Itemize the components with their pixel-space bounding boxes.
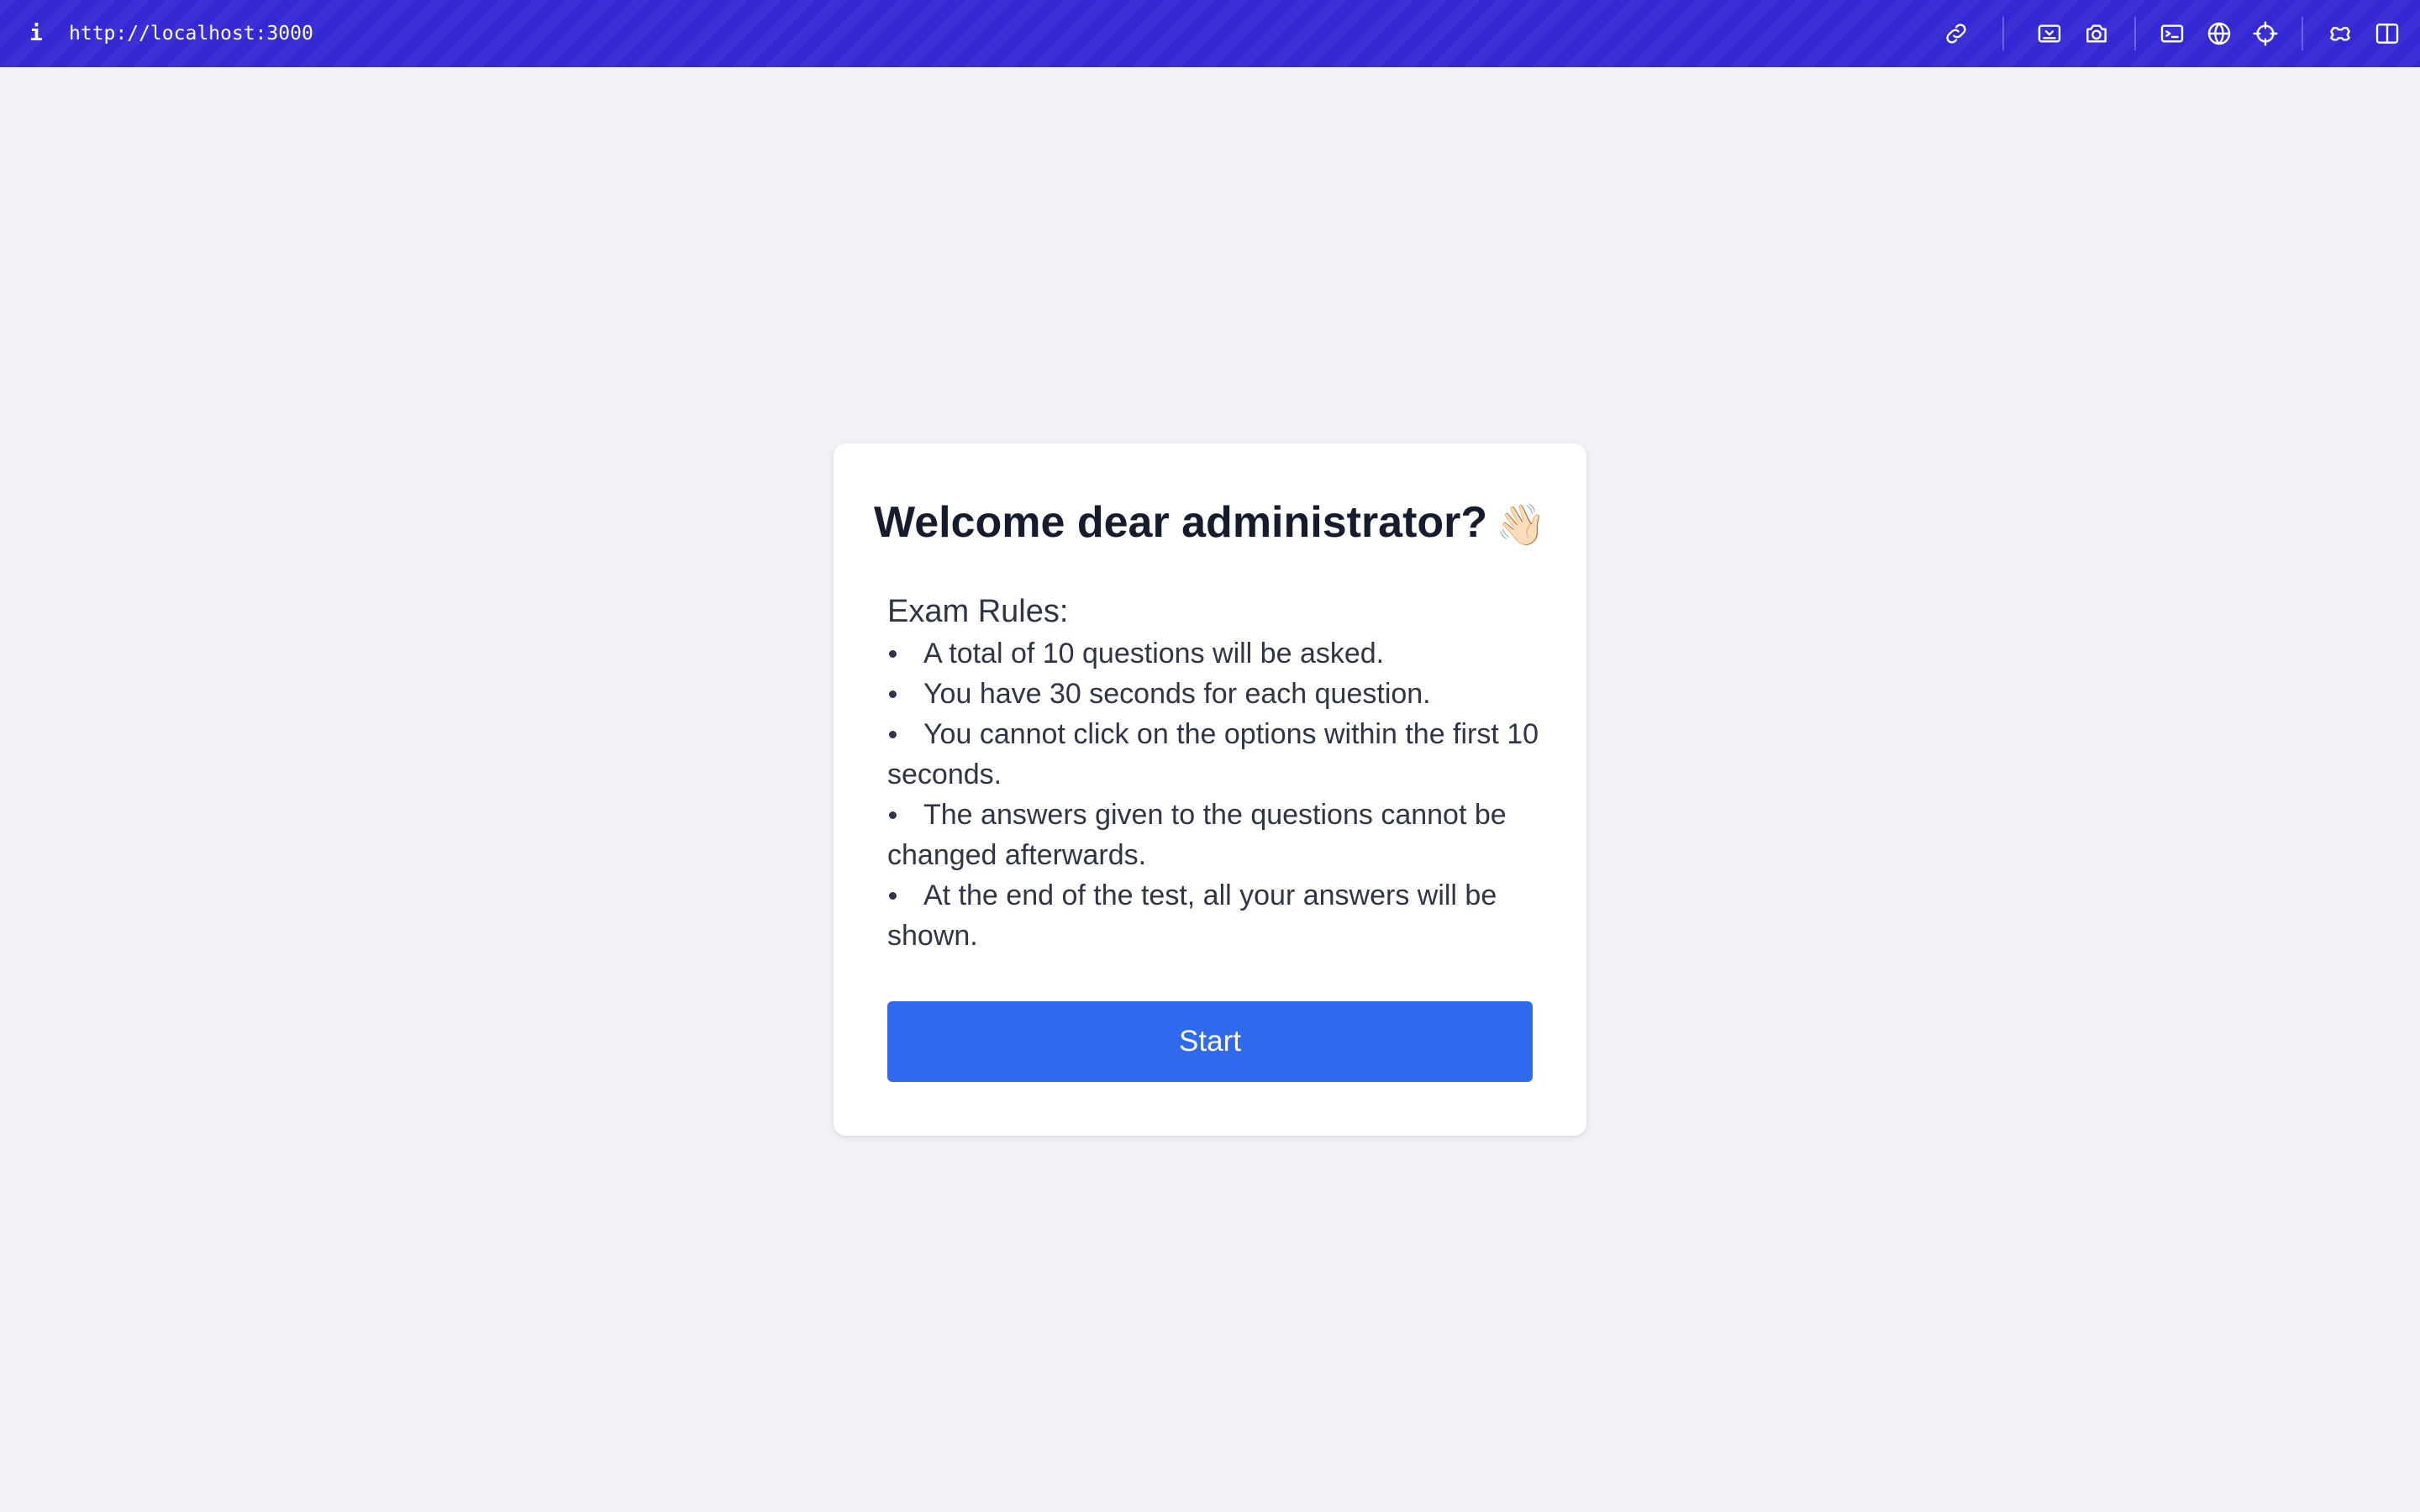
list-item: You cannot click on the options within t… bbox=[887, 714, 1543, 795]
list-item: At the end of the test, all your answers… bbox=[887, 875, 1543, 956]
welcome-card: Welcome dear administrator? 👋🏻 Exam Rules… bbox=[834, 444, 1586, 1136]
crosshair-icon[interactable] bbox=[2250, 18, 2281, 49]
toolbar-divider bbox=[2002, 17, 2004, 50]
extension-icon[interactable] bbox=[2325, 18, 2355, 49]
toolbar-divider bbox=[2302, 17, 2303, 50]
rules-heading: Exam Rules: bbox=[887, 594, 1069, 629]
start-button[interactable]: Start bbox=[887, 1001, 1533, 1082]
list-item: A total of 10 questions will be asked. bbox=[887, 633, 1543, 674]
terminal-icon[interactable] bbox=[2157, 18, 2187, 49]
responsive-icon[interactable] bbox=[2034, 18, 2065, 49]
toolbar-divider bbox=[2134, 17, 2136, 50]
camera-icon[interactable] bbox=[2081, 18, 2112, 49]
waving-hand-icon: 👋🏻 bbox=[1496, 501, 1546, 549]
title-text: Welcome dear administrator? bbox=[874, 498, 1488, 547]
address-bar-url[interactable]: http://localhost:3000 bbox=[69, 18, 313, 49]
list-item: You have 30 seconds for each question. bbox=[887, 674, 1543, 714]
list-item: The answers given to the questions canno… bbox=[887, 795, 1543, 875]
link-icon[interactable] bbox=[1941, 18, 1971, 49]
split-view-icon[interactable] bbox=[2372, 18, 2402, 49]
globe-icon[interactable] bbox=[2204, 18, 2234, 49]
page-title: Welcome dear administrator? 👋🏻 bbox=[834, 496, 1586, 552]
browser-toolbar: i http://localhost:3000 bbox=[0, 0, 2420, 67]
rules-list: A total of 10 questions will be asked. Y… bbox=[887, 633, 1543, 956]
info-icon[interactable]: i bbox=[25, 17, 47, 50]
